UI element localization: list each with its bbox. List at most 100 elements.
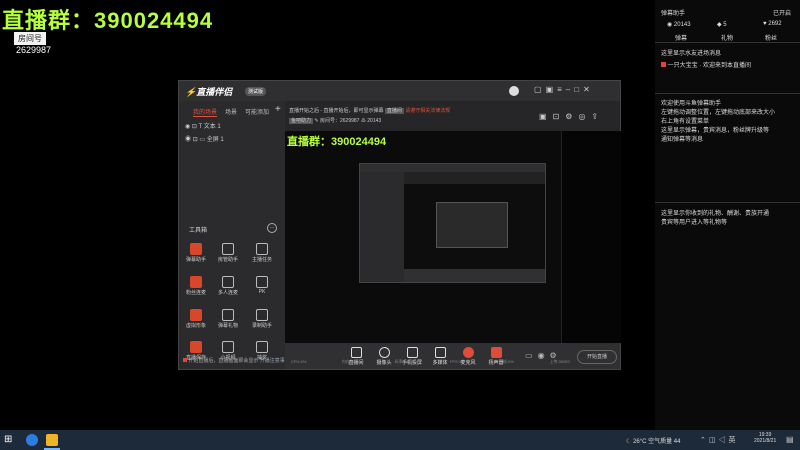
- tool-label: 房管助手: [217, 257, 238, 263]
- lock-icon[interactable]: ⊡: [553, 112, 566, 121]
- panel-status[interactable]: 已开启: [773, 8, 791, 17]
- preview-title: 直播群：390024494: [287, 136, 387, 148]
- main-area: 直播开始之后 - 直播开始后，即可显示弹幕 直播间 请遵守相关法律法规 鱼吧助力…: [285, 101, 621, 369]
- live-tag[interactable]: 直播间: [384, 108, 404, 114]
- tool-label: 虚拟形象: [185, 323, 206, 329]
- status-fps: FPS:30: [449, 359, 464, 364]
- stream-preview[interactable]: 直播群：390024494: [285, 131, 621, 343]
- nested-titlebar: [360, 164, 545, 172]
- volume-icon[interactable]: ◁: [719, 437, 729, 444]
- lock-icon[interactable]: ⊡: [192, 124, 197, 130]
- checklist-icon: [256, 243, 268, 255]
- tab-my-scene[interactable]: 我的场景: [193, 107, 218, 117]
- version-badge: 测试版: [245, 87, 267, 96]
- tab-scene[interactable]: 场景: [225, 107, 237, 116]
- network-icon[interactable]: ◫: [709, 437, 719, 444]
- edit-icon[interactable]: ✎: [314, 118, 318, 124]
- maximize-icon[interactable]: □: [574, 85, 583, 94]
- notice-bar: 开始直播后，直播画面即会显示 开播注意事项: [183, 357, 290, 364]
- chevron-up-icon[interactable]: ⌃: [700, 437, 709, 444]
- nested-bottombar: [404, 269, 545, 282]
- tab-gifts[interactable]: 礼物: [721, 33, 733, 42]
- tab-barrage[interactable]: 弹幕: [675, 33, 687, 42]
- ime-icon[interactable]: 英: [729, 437, 739, 444]
- clock[interactable]: 19:39 2021/8/21: [754, 432, 776, 444]
- pk-icon: [256, 276, 268, 288]
- windows-start-icon[interactable]: ⊞: [4, 434, 12, 445]
- heart-icon: ♥: [763, 21, 767, 27]
- room-tag[interactable]: 鱼吧助力: [289, 118, 314, 124]
- status-memory: 内存:20%: [341, 359, 360, 364]
- bottom-toolbar: 直播间 摄像头 手机投屏 多媒体 麦克风 扬声器 ▭◉⚙ 开始直播: [285, 343, 620, 369]
- gift-icon: [222, 309, 234, 321]
- moon-icon: ☾: [626, 439, 632, 445]
- intro-line: 通知弹幕等消息: [661, 137, 704, 143]
- camera-icon: [378, 347, 390, 358]
- clock-date: 2021/8/21: [754, 438, 777, 444]
- more-icon[interactable]: ⋯: [267, 223, 277, 233]
- overlay-title: 直播群：390024494: [2, 8, 214, 33]
- tool-fan-link[interactable]: 粉丝连麦: [185, 276, 207, 296]
- room-fans: 20143: [367, 118, 382, 124]
- gear-icon[interactable]: ⚙: [565, 112, 578, 121]
- tool-multi-link[interactable]: 多人连麦: [217, 276, 239, 296]
- scene-label: 文本 1: [203, 124, 221, 130]
- status-drop: 丢帧:0%: [498, 359, 514, 364]
- avatar[interactable]: [509, 86, 519, 96]
- gift-icon[interactable]: ▣: [546, 85, 558, 94]
- tab-fans[interactable]: 粉丝: [765, 33, 777, 42]
- welcome-text: 一只大宝宝 · 欢迎来到本直播间: [667, 63, 752, 69]
- tool-gift[interactable]: 弹幕礼物: [217, 309, 239, 329]
- bell-icon[interactable]: ◎: [578, 112, 591, 121]
- tool-room-manager[interactable]: 房管助手: [217, 243, 239, 263]
- divider: [655, 202, 800, 203]
- eye-icon[interactable]: ◉: [185, 137, 191, 143]
- menu-icon[interactable]: ≡: [557, 85, 566, 94]
- share-icon[interactable]: ⇪: [591, 112, 604, 121]
- microphone-icon: [462, 347, 474, 358]
- text-icon: T: [198, 124, 203, 130]
- person-icon: [222, 243, 234, 255]
- nested-preview: [359, 163, 546, 283]
- tab-add[interactable]: 可能添加: [245, 107, 269, 116]
- close-icon[interactable]: ✕: [583, 85, 594, 94]
- scene-item[interactable]: ◉ ⊡ ▭ 全屏 1: [185, 134, 224, 143]
- lock-icon[interactable]: ⊡: [193, 137, 198, 143]
- status-cpu: CPU:4%: [291, 359, 307, 364]
- tool-barrage-assistant[interactable]: 弹幕助手: [185, 243, 207, 263]
- notification-icon[interactable]: ▤: [786, 435, 794, 444]
- nested-sidebar: [360, 172, 404, 282]
- divider: [655, 42, 800, 43]
- tool-label: 弹幕礼物: [217, 323, 238, 329]
- intro-line: 这里显示弹幕，贵宾消息，粉丝牌升级等: [661, 128, 770, 134]
- app-logo: ⚡直播伴侣: [185, 85, 232, 98]
- gift-hint: 贵宾等用户进入等礼物等: [661, 220, 728, 226]
- folder-icon[interactable]: [46, 434, 58, 446]
- edge-icon[interactable]: [26, 434, 38, 446]
- app-logo-text: 直播伴侣: [196, 87, 233, 97]
- room-info: 鱼吧助力 ✎ 房间号：2629987 ♨ 20143: [289, 117, 381, 124]
- stat-fans: ♥ 2692: [763, 21, 782, 27]
- weather[interactable]: ☾ 26°C 空气质量 44: [626, 436, 680, 445]
- tool-host-task[interactable]: 主播任务: [251, 243, 273, 263]
- tool-avatar[interactable]: 虚拟形象: [185, 309, 207, 329]
- tray-icons: ⌃◫◁英: [700, 435, 739, 445]
- nested-inner-window: [436, 202, 508, 248]
- stat-views: ◉ 20143: [667, 21, 691, 28]
- tool-recorder[interactable]: 录制助手: [251, 309, 273, 329]
- eye-icon[interactable]: ◉: [185, 124, 190, 130]
- tool-pk[interactable]: PK: [251, 276, 273, 295]
- divider: [655, 93, 800, 94]
- link-icon: [190, 276, 202, 288]
- start-live-button[interactable]: 开始直播: [577, 350, 617, 364]
- intro-line: 左键拖动调整位置，左键拖动底部来改大小: [661, 110, 776, 116]
- add-scene-button[interactable]: +: [275, 104, 281, 115]
- gift-hint: 这里显示你收到的礼物、酬谢、贵族开通: [661, 211, 770, 217]
- minimize-icon[interactable]: –: [566, 85, 574, 94]
- scene-sidebar: 我的场景 场景 可能添加 + ◉ ⊡ T 文本 1 ◉ ⊡ ▭ 全屏 1 工具箱…: [179, 101, 290, 369]
- message-icon[interactable]: ▢: [534, 85, 546, 94]
- tool-label: 主播任务: [251, 257, 272, 263]
- scene-item[interactable]: ◉ ⊡ T 文本 1: [185, 121, 221, 130]
- status-bar: CPU:4% 内存:20% 码率:0kbps FPS:30 丢帧:0% 上传:0…: [291, 359, 570, 365]
- game-icon[interactable]: ▣: [539, 112, 553, 121]
